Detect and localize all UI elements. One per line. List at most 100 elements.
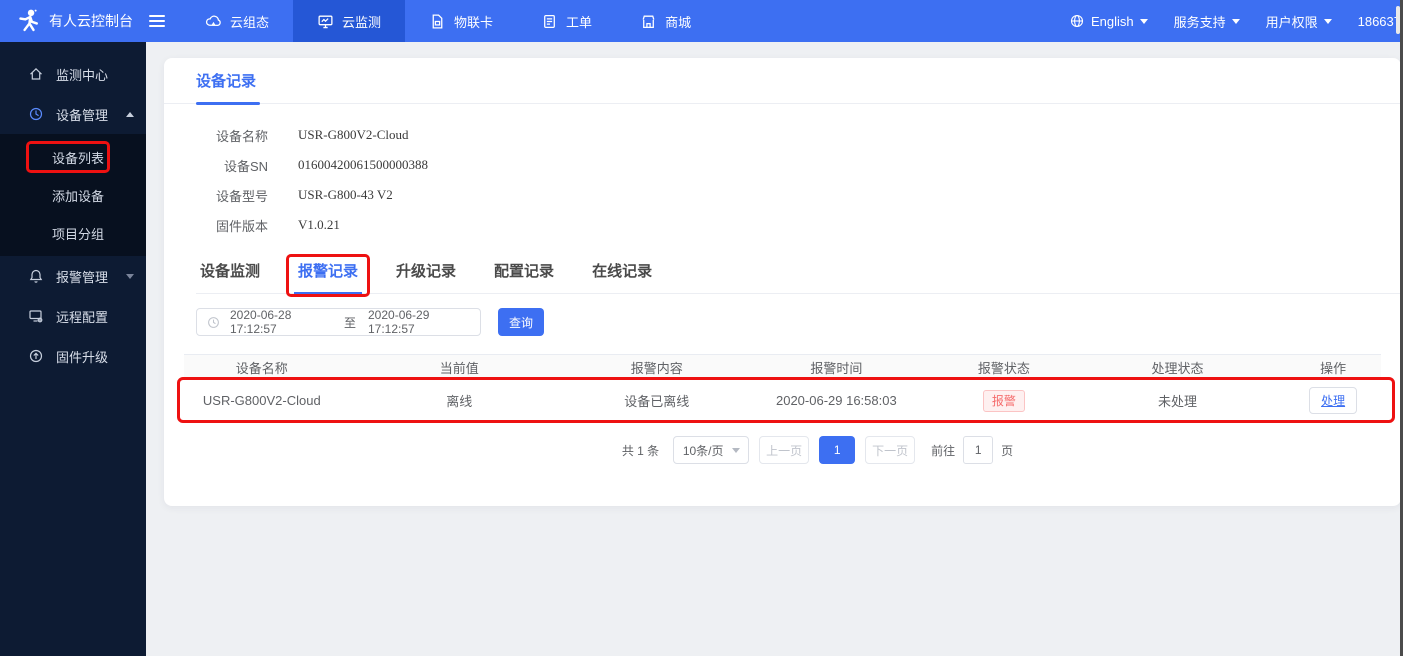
- active-tab-underline: [294, 292, 363, 294]
- table-header-row: 设备名称 当前值 报警内容 报警时间 报警状态 处理状态 操作: [184, 354, 1381, 380]
- nav-item-cloud-monitor[interactable]: 云监测: [293, 0, 406, 42]
- sidebar: 监测中心 设备管理 设备列表 添加设备 项目分组 报警管理 远程配置 固件升级: [0, 42, 146, 656]
- next-page-button[interactable]: 下一页: [865, 436, 916, 464]
- nav-item-label: 商城: [665, 14, 692, 30]
- sidebar-item-monitor-center[interactable]: 监测中心: [0, 54, 146, 94]
- support-label: 服务支持: [1173, 14, 1226, 30]
- sim-card-icon: [432, 13, 443, 29]
- menu-toggle-icon[interactable]: [149, 15, 165, 27]
- firmware-upgrade-icon: [29, 349, 43, 363]
- pagination: 共 1 条 10条/页 上一页 1 下一页 前往 1 页: [164, 436, 1401, 464]
- store-icon: [642, 15, 655, 28]
- sidebar-item-label: 远程配置: [56, 309, 109, 325]
- filter-row: 2020-06-28 17:12:57 至 2020-06-29 17:12:5…: [196, 308, 1401, 336]
- brand[interactable]: 有人云控制台: [0, 8, 145, 34]
- sidebar-item-label: 监测中心: [56, 67, 109, 83]
- nav-item-label: 云监测: [342, 14, 382, 30]
- sidebar-item-remote-config[interactable]: 远程配置: [0, 296, 146, 336]
- alarm-bell-icon: [29, 269, 43, 283]
- account-menu[interactable]: 186637: [1358, 14, 1401, 29]
- info-value: 01600420061500000388: [298, 157, 428, 172]
- sidebar-item-label: 报警管理: [56, 269, 109, 285]
- info-label: 设备型号: [215, 188, 268, 204]
- cell-alarm-status: 报警: [938, 389, 1070, 412]
- sidebar-item-device-manage[interactable]: 设备管理: [0, 94, 146, 134]
- alarm-table: 设备名称 当前值 报警内容 报警时间 报警状态 处理状态 操作 USR-G800…: [177, 354, 1395, 423]
- chevron-down-icon: [1139, 18, 1148, 24]
- cell-alarm-time: 2020-06-29 16:58:03: [775, 393, 897, 408]
- nav-item-work-order[interactable]: 工单: [517, 0, 616, 42]
- support-menu[interactable]: 服务支持: [1174, 12, 1240, 31]
- sidebar-item-add-device[interactable]: 添加设备: [0, 176, 146, 214]
- search-button[interactable]: 查询: [498, 308, 544, 336]
- current-page-button[interactable]: 1: [819, 436, 856, 464]
- column-header-alarm-time: 报警时间: [810, 360, 863, 376]
- nav-item-mall[interactable]: 商城: [616, 0, 715, 42]
- scrollbar-sliver[interactable]: [1396, 6, 1400, 34]
- cell-handle-status: 未处理: [1157, 394, 1197, 409]
- page-size-select[interactable]: 10条/页: [673, 436, 750, 464]
- goto-page: 前往 1 页: [931, 436, 1013, 464]
- tab-label: 升级记录: [396, 263, 457, 280]
- chevron-down-icon: [1323, 18, 1332, 24]
- tab-label: 设备监测: [200, 263, 261, 280]
- cell-device-name: USR-G800V2-Cloud: [202, 393, 321, 408]
- top-nav: 云组态 云监测 物联卡 工单 商城: [181, 0, 715, 42]
- nav-item-label: 物联卡: [454, 14, 494, 30]
- total-count: 共 1 条: [621, 443, 660, 458]
- column-header-handle-status: 处理状态: [1151, 360, 1204, 376]
- sidebar-item-label: 项目分组: [52, 226, 105, 242]
- permission-menu[interactable]: 用户权限: [1266, 12, 1332, 31]
- sidebar-item-label: 添加设备: [52, 188, 105, 204]
- start-date-value[interactable]: 2020-06-28 17:12:57: [230, 308, 332, 336]
- goto-page-input[interactable]: 1: [963, 436, 994, 464]
- handle-button[interactable]: 处理: [1309, 387, 1358, 414]
- prev-page-button[interactable]: 上一页: [759, 436, 810, 464]
- title-underline: [196, 102, 260, 105]
- info-value: USR-G800V2-Cloud: [298, 127, 409, 142]
- remote-config-icon: [29, 310, 43, 323]
- expand-arrow-icon: [126, 273, 134, 279]
- info-row-device-model: 设备型号 USR-G800-43 V2: [204, 180, 1401, 210]
- sidebar-item-label: 设备管理: [56, 107, 109, 123]
- device-manage-icon: [29, 107, 43, 121]
- info-row-device-sn: 设备SN 01600420061500000388: [204, 150, 1401, 180]
- tab-device-monitor[interactable]: 设备监测: [196, 260, 264, 293]
- tab-online-record[interactable]: 在线记录: [588, 260, 656, 293]
- permission-label: 用户权限: [1265, 14, 1318, 30]
- tab-alarm-record[interactable]: 报警记录: [286, 254, 371, 297]
- chevron-down-icon: [1231, 18, 1240, 24]
- nav-item-label: 云组态: [230, 14, 270, 30]
- tab-config-record[interactable]: 配置记录: [490, 260, 558, 293]
- date-range-picker[interactable]: 2020-06-28 17:12:57 至 2020-06-29 17:12:5…: [196, 308, 481, 336]
- sidebar-item-alarm-manage[interactable]: 报警管理: [0, 256, 146, 296]
- sidebar-item-device-list[interactable]: 设备列表: [0, 138, 146, 176]
- work-order-icon: [544, 14, 555, 28]
- nav-item-iot-sim[interactable]: 物联卡: [405, 0, 517, 42]
- tab-upgrade-record[interactable]: 升级记录: [392, 260, 460, 293]
- sidebar-item-project-group[interactable]: 项目分组: [0, 214, 146, 252]
- info-value: USR-G800-43 V2: [298, 187, 393, 202]
- tab-label: 报警记录: [298, 263, 359, 280]
- language-selector[interactable]: English: [1069, 13, 1148, 29]
- chevron-down-icon: [731, 447, 740, 453]
- cell-alarm-content: 设备已离线: [624, 394, 690, 409]
- collapse-arrow-icon: [126, 111, 134, 117]
- main-content: 设备记录 设备名称 USR-G800V2-Cloud 设备SN 01600420…: [146, 42, 1403, 656]
- top-right-menu: English 服务支持 用户权限 186637: [1069, 12, 1403, 31]
- globe-icon: [1069, 13, 1085, 29]
- goto-prefix: 前往: [931, 443, 956, 458]
- card-header: 设备记录: [164, 58, 1401, 105]
- end-date-value[interactable]: 2020-06-29 17:12:57: [368, 308, 470, 336]
- device-record-card: 设备记录 设备名称 USR-G800V2-Cloud 设备SN 01600420…: [164, 58, 1401, 506]
- goto-suffix: 页: [1001, 443, 1014, 458]
- brand-name: 有人云控制台: [49, 13, 133, 29]
- cloud-icon: [205, 15, 221, 26]
- cell-action: 处理: [1285, 387, 1381, 414]
- info-label: 固件版本: [215, 218, 268, 234]
- language-label: English: [1090, 13, 1134, 29]
- info-row-firmware-version: 固件版本 V1.0.21: [204, 210, 1401, 240]
- sidebar-item-firmware-upgrade[interactable]: 固件升级: [0, 336, 146, 376]
- nav-item-cloud-scada[interactable]: 云组态: [181, 0, 293, 42]
- date-range-separator: 至: [343, 315, 356, 330]
